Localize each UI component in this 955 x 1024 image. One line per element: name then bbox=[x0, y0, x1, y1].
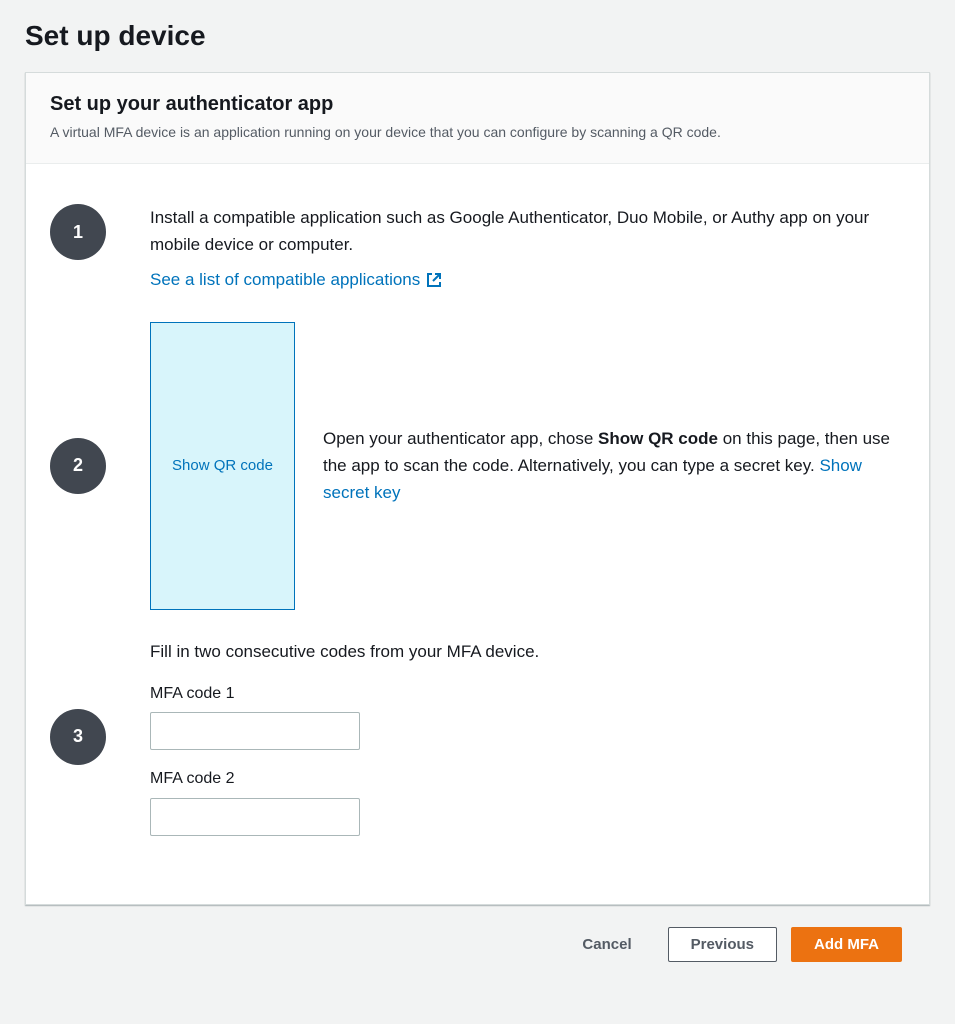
button-row: Cancel Previous Add MFA bbox=[25, 905, 930, 972]
show-qr-code-button[interactable]: Show QR code bbox=[150, 322, 295, 610]
step-2-text-bold: Show QR code bbox=[598, 429, 718, 448]
step-1-text: Install a compatible application such as… bbox=[150, 204, 905, 258]
step-circle-1: 1 bbox=[50, 204, 106, 260]
step-circle-2: 2 bbox=[50, 438, 106, 494]
step-2-text: Open your authenticator app, chose Show … bbox=[323, 425, 905, 507]
add-mfa-button[interactable]: Add MFA bbox=[791, 927, 902, 962]
card-title: Set up your authenticator app bbox=[50, 93, 905, 116]
compatible-apps-link-text: See a list of compatible applications bbox=[150, 266, 420, 293]
card-body: 1 Install a compatible application such … bbox=[26, 164, 929, 904]
mfa-code-2-group: MFA code 2 bbox=[150, 766, 905, 836]
mfa-code-2-input[interactable] bbox=[150, 798, 360, 836]
cancel-button[interactable]: Cancel bbox=[560, 928, 653, 961]
card-header: Set up your authenticator app A virtual … bbox=[26, 73, 929, 164]
compatible-apps-link[interactable]: See a list of compatible applications bbox=[150, 266, 442, 293]
mfa-code-1-input[interactable] bbox=[150, 712, 360, 750]
step-1-content: Install a compatible application such as… bbox=[150, 204, 905, 294]
step-2: 2 Show QR code Open your authenticator a… bbox=[50, 322, 905, 610]
step-1: 1 Install a compatible application such … bbox=[50, 204, 905, 294]
card-subtitle: A virtual MFA device is an application r… bbox=[50, 122, 905, 143]
step-3: 3 Fill in two consecutive codes from you… bbox=[50, 638, 905, 836]
previous-button[interactable]: Previous bbox=[668, 927, 777, 962]
step-3-content: Fill in two consecutive codes from your … bbox=[150, 638, 905, 836]
mfa-code-2-label: MFA code 2 bbox=[150, 766, 905, 792]
step-circle-3: 3 bbox=[50, 709, 106, 765]
step-3-intro: Fill in two consecutive codes from your … bbox=[150, 638, 905, 665]
mfa-code-1-group: MFA code 1 bbox=[150, 681, 905, 751]
mfa-code-1-label: MFA code 1 bbox=[150, 681, 905, 707]
external-link-icon bbox=[426, 272, 442, 288]
step-2-text-before: Open your authenticator app, chose bbox=[323, 429, 598, 448]
setup-card: Set up your authenticator app A virtual … bbox=[25, 72, 930, 905]
step-2-content: Show QR code Open your authenticator app… bbox=[150, 322, 905, 610]
page-title: Set up device bbox=[25, 20, 930, 52]
